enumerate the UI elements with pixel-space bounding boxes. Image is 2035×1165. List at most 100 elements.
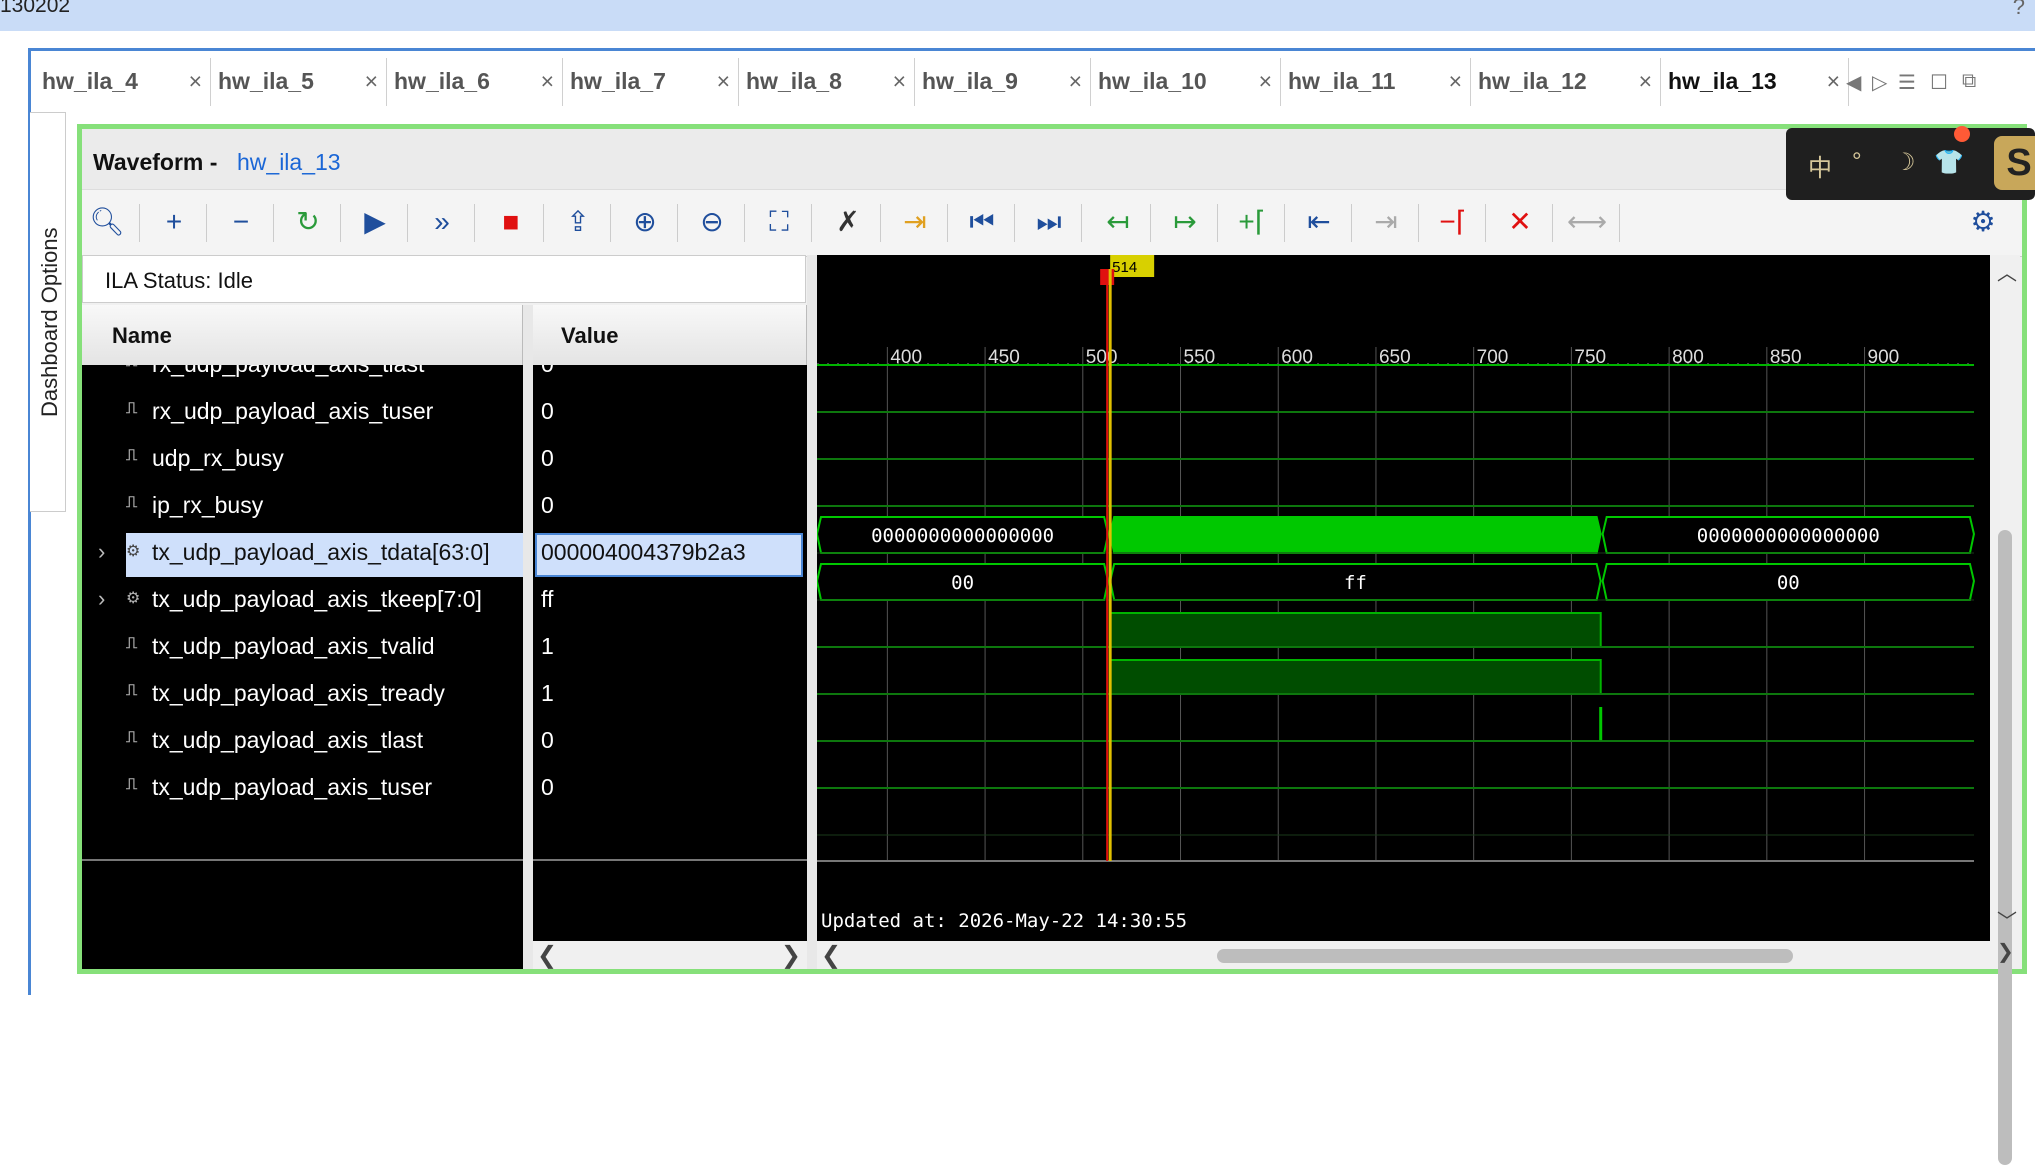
run-trigger-immediate-icon[interactable]: ↻ <box>287 200 329 244</box>
scroll-down-icon[interactable]: ﹀ <box>1997 905 2017 934</box>
value-row[interactable]: 0 <box>533 719 807 766</box>
tab-scroll-right-icon[interactable]: ▷ <box>1872 70 1887 95</box>
expand-chevron-icon[interactable]: › <box>98 539 105 565</box>
ime-punct-icon[interactable]: ° <box>1852 148 1862 176</box>
waveform-vscroll[interactable]: ︿ ﹀ ❯ <box>1990 255 2020 1165</box>
signal-name: tx_udp_payload_axis_tuser <box>152 774 433 800</box>
waveform-canvas[interactable]: 400 450 500 550 600 650 700 750 800 850 900 0000000… <box>815 255 1990 941</box>
search-icon[interactable]: 🔍︎ <box>86 200 128 244</box>
vscroll-thumb[interactable] <box>1998 530 2012 1165</box>
signal-row[interactable]: › ⚙ tx_udp_payload_axis_tdata[63:0] <box>82 531 523 578</box>
restore-icon[interactable]: ⧉ <box>1962 70 1976 93</box>
signal-row[interactable]: › ⚙ tx_udp_payload_axis_tkeep[7:0] <box>82 578 523 625</box>
previous-transition-icon[interactable]: ↤ <box>1097 200 1139 244</box>
swap-cursors-icon[interactable]: ⟷ <box>1566 200 1608 244</box>
scroll-right-corner-icon[interactable]: ❯ <box>1997 939 2014 964</box>
bit-signal-icon: ⎍ <box>126 776 138 793</box>
add-icon[interactable]: + <box>153 200 195 244</box>
pane-divider[interactable] <box>807 255 817 969</box>
column-divider[interactable] <box>523 305 533 969</box>
run-trigger-icon[interactable]: ▶ <box>354 200 396 244</box>
export-icon[interactable]: ⇪ <box>557 200 599 244</box>
run-continuous-icon[interactable]: » <box>421 200 463 244</box>
tab-close-icon[interactable]: × <box>1069 68 1082 95</box>
name-column-header[interactable]: Name <box>82 305 523 365</box>
signal-row[interactable]: ⎍ ip_rx_busy <box>82 484 523 531</box>
signal-row[interactable]: ⎍ udp_rx_busy <box>82 437 523 484</box>
go-to-cursor-icon[interactable]: ⇥ <box>894 200 936 244</box>
next-marker-icon[interactable]: ⇥ <box>1365 200 1407 244</box>
maximize-icon[interactable]: ☐ <box>1930 70 1948 95</box>
scroll-left-icon[interactable]: ❮ <box>537 941 557 970</box>
tab-hw-ila-11[interactable]: hw_ila_11 × <box>1281 58 1471 106</box>
tab-close-icon[interactable]: × <box>189 68 202 95</box>
tab-hw-ila-8[interactable]: hw_ila_8 × <box>739 58 915 106</box>
toolbar-separator <box>1418 204 1419 242</box>
signal-row[interactable]: ⎍ tx_udp_payload_axis_tready <box>82 672 523 719</box>
tab-hw-ila-7[interactable]: hw_ila_7 × <box>563 58 739 106</box>
value-row[interactable]: 0 <box>533 437 807 484</box>
zoom-fit-icon[interactable]: ⛶ <box>758 200 800 244</box>
help-button[interactable]: ? <box>2013 0 2025 20</box>
next-transition-icon[interactable]: ↦ <box>1164 200 1206 244</box>
value-row[interactable]: 0 <box>533 365 807 390</box>
delete-marker-icon[interactable]: −⌈ <box>1432 200 1474 244</box>
remove-icon[interactable]: − <box>220 200 262 244</box>
list-end-line <box>533 859 807 861</box>
tab-close-icon[interactable]: × <box>365 68 378 95</box>
tab-close-icon[interactable]: × <box>541 68 554 95</box>
tab-hw-ila-12[interactable]: hw_ila_12 × <box>1471 58 1661 106</box>
stop-icon[interactable]: ■ <box>490 200 532 244</box>
scroll-right-icon[interactable]: ❯ <box>781 941 801 970</box>
tab-hw-ila-9[interactable]: hw_ila_9 × <box>915 58 1091 106</box>
signal-name: rx_udp_payload_axis_tlast <box>152 365 424 378</box>
tab-hw-ila-5[interactable]: hw_ila_5 × <box>211 58 387 106</box>
go-to-last-time-icon[interactable]: ⏭ <box>1028 200 1070 244</box>
value-row[interactable]: 0 <box>533 484 807 531</box>
tab-close-icon[interactable]: × <box>1639 68 1652 95</box>
scroll-up-icon[interactable]: ︿ <box>1997 257 2017 286</box>
waveform-hscroll[interactable]: ❮ <box>817 941 1990 969</box>
tab-hw-ila-6[interactable]: hw_ila_6 × <box>387 58 563 106</box>
settings-gear-icon[interactable]: ⚙ <box>1962 200 2004 244</box>
value-row[interactable]: 0 <box>533 766 807 813</box>
go-to-time-zero-icon[interactable]: ⏮ <box>961 200 1003 244</box>
signal-row[interactable]: ⎍ rx_udp_payload_axis_tlast <box>82 365 523 390</box>
expand-chevron-icon[interactable]: › <box>98 586 105 612</box>
add-marker-icon[interactable]: +⌈ <box>1231 200 1273 244</box>
ime-moon-icon[interactable]: ☽ <box>1894 148 1916 177</box>
ime-toolbar[interactable]: 中 ° ☽ 👕 S <box>1786 126 2035 200</box>
signal-row[interactable]: ⎍ tx_udp_payload_axis_tuser <box>82 766 523 813</box>
zoom-out-icon[interactable]: ⊖ <box>691 200 733 244</box>
cursor-icon[interactable]: ✗ <box>827 200 869 244</box>
value-column-header[interactable]: Value <box>533 305 807 365</box>
delete-all-markers-icon[interactable]: ✕ <box>1499 200 1541 244</box>
waveform-name[interactable]: hw_ila_13 <box>237 149 341 176</box>
value-row[interactable]: 000004004379b2a3 <box>533 531 807 578</box>
signal-row[interactable]: ⎍ tx_udp_payload_axis_tvalid <box>82 625 523 672</box>
tab-close-icon[interactable]: × <box>1827 68 1840 95</box>
value-row[interactable]: 0 <box>533 390 807 437</box>
tab-scroll-left-icon[interactable]: ◀ <box>1846 70 1861 95</box>
value-row[interactable]: 1 <box>533 672 807 719</box>
tab-hw-ila-13[interactable]: hw_ila_13 × <box>1661 58 1849 106</box>
ime-chinese-icon[interactable]: 中 <box>1808 148 1832 183</box>
dashboard-options-tab[interactable]: Dashboard Options <box>30 112 66 512</box>
tab-close-icon[interactable]: × <box>1259 68 1272 95</box>
wave-hscroll-thumb[interactable] <box>1217 949 1793 963</box>
tab-hw-ila-10[interactable]: hw_ila_10 × <box>1091 58 1281 106</box>
value-row[interactable]: ff <box>533 578 807 625</box>
tab-close-icon[interactable]: × <box>1449 68 1462 95</box>
wave-scroll-left-icon[interactable]: ❮ <box>821 941 841 970</box>
tab-close-icon[interactable]: × <box>893 68 906 95</box>
signal-row[interactable]: ⎍ rx_udp_payload_axis_tuser <box>82 390 523 437</box>
zoom-in-icon[interactable]: ⊕ <box>624 200 666 244</box>
ime-skin-icon[interactable]: 👕 <box>1934 148 1964 177</box>
signal-row[interactable]: ⎍ tx_udp_payload_axis_tlast <box>82 719 523 766</box>
ime-logo-icon[interactable]: S <box>1994 136 2035 190</box>
value-hscroll[interactable]: ❮ ❯ <box>533 941 807 969</box>
value-row[interactable]: 1 <box>533 625 807 672</box>
previous-marker-icon[interactable]: ⇤ <box>1298 200 1340 244</box>
tab-close-icon[interactable]: × <box>717 68 730 95</box>
tab-list-icon[interactable]: ☰ <box>1898 70 1916 95</box>
